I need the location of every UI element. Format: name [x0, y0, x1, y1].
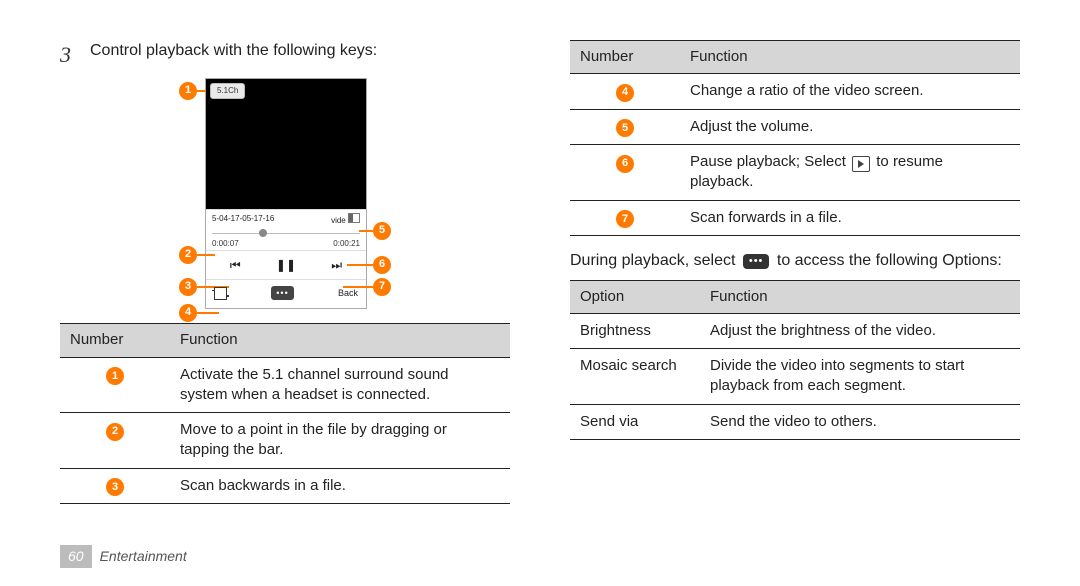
seek-bar	[212, 231, 360, 237]
page-footer: 60 Entertainment	[60, 545, 187, 568]
num-badge: 5	[616, 119, 634, 137]
function-cell: Scan forwards in a file.	[680, 200, 1020, 235]
table-row: 5 Adjust the volume.	[570, 109, 1020, 144]
step-text: Control playback with the following keys…	[90, 40, 510, 70]
filename: 5-04-17-05-17-16	[212, 214, 274, 225]
function-cell: Pause playback; Select to resume playbac…	[680, 145, 1020, 201]
step: 3 Control playback with the following ke…	[60, 40, 510, 70]
next-icon: ⏭	[326, 257, 348, 273]
function-cell: Adjust the volume.	[680, 109, 1020, 144]
time-elapsed: 0:00:07	[212, 239, 239, 250]
aspect-icon	[214, 287, 227, 300]
more-icon: •••	[743, 254, 770, 269]
info-row: 5-04-17-05-17-16 vide	[206, 209, 366, 230]
function-cell: Send the video to others.	[700, 404, 1020, 439]
table-header: Number	[60, 324, 170, 357]
function-cell: Adjust the brightness of the video.	[700, 313, 1020, 348]
options-paragraph: During playback, select ••• to access th…	[570, 250, 1020, 272]
back-label: Back	[338, 287, 358, 299]
play-icon	[852, 156, 870, 172]
options-table: OptionFunction BrightnessAdjust the brig…	[570, 280, 1020, 440]
surround-chip: 5.1Ch	[210, 83, 245, 100]
vid-label: vide	[331, 216, 346, 225]
device-screenshot: 1 2 3 4 5 6 7 5.1Ch	[185, 78, 385, 310]
pause-icon: ❚❚	[275, 257, 297, 273]
step-number: 3	[60, 40, 78, 70]
function-table-2: NumberFunction 4 Change a ratio of the vi…	[570, 40, 1020, 236]
table-header: Function	[680, 41, 1020, 74]
table-header: Function	[700, 280, 1020, 313]
num-badge: 6	[616, 155, 634, 173]
callout-bubble-7: 7	[373, 278, 391, 296]
table-row: BrightnessAdjust the brightness of the v…	[570, 313, 1020, 348]
table-row: 7 Scan forwards in a file.	[570, 200, 1020, 235]
function-cell: Change a ratio of the video screen.	[680, 74, 1020, 109]
table-row: Mosaic searchDivide the video into segme…	[570, 349, 1020, 405]
video-area: 5.1Ch	[206, 79, 366, 209]
table-header: Number	[570, 41, 680, 74]
table-header: Option	[570, 280, 700, 313]
callout-line	[197, 254, 215, 256]
phone-screen: 5.1Ch 5-04-17-05-17-16 vide 0:00:07 0:00…	[205, 78, 367, 310]
function-table-1: NumberFunction 1 Activate the 5.1 channel…	[60, 323, 510, 504]
option-cell: Send via	[570, 404, 700, 439]
num-badge: 2	[106, 423, 124, 441]
table-row: 2 Move to a point in the file by dragging…	[60, 413, 510, 469]
callout-bubble-6: 6	[373, 256, 391, 274]
more-icon: •••	[271, 286, 293, 300]
playback-controls: ⏮ ❚❚ ⏭	[206, 250, 366, 279]
callout-bubble-5: 5	[373, 222, 391, 240]
time-row: 0:00:07 0:00:21	[206, 239, 366, 250]
num-badge: 3	[106, 478, 124, 496]
page-number: 60	[60, 545, 92, 568]
num-badge: 7	[616, 210, 634, 228]
table-row: Send viaSend the video to others.	[570, 404, 1020, 439]
option-cell: Mosaic search	[570, 349, 700, 405]
callout-bubble-3: 3	[179, 278, 197, 296]
right-column: NumberFunction 4Change a ratio of the vi…	[570, 40, 1020, 566]
table-row: 1 Activate the 5.1 channel surround sound…	[60, 357, 510, 413]
bottom-row: ••• Back	[206, 279, 366, 308]
callout-line	[347, 264, 373, 266]
callout-line	[197, 312, 219, 314]
num-badge: 1	[106, 367, 124, 385]
callout-line	[343, 286, 373, 288]
table-header: Function	[170, 324, 510, 357]
left-column: 3 Control playback with the following ke…	[60, 40, 510, 566]
volume-icon	[348, 213, 360, 223]
callout-bubble-2: 2	[179, 246, 197, 264]
function-cell: Scan backwards in a file.	[170, 468, 510, 503]
function-cell: Activate the 5.1 channel surround sound …	[170, 357, 510, 413]
manual-page: 3 Control playback with the following ke…	[0, 0, 1080, 586]
option-cell: Brightness	[570, 313, 700, 348]
table-row: 3 Scan backwards in a file.	[60, 468, 510, 503]
num-badge: 4	[616, 84, 634, 102]
callout-bubble-1: 1	[179, 82, 197, 100]
prev-icon: ⏮	[224, 257, 246, 273]
table-row: 6 Pause playback; Select to resume playb…	[570, 145, 1020, 201]
function-cell: Divide the video into segments to start …	[700, 349, 1020, 405]
table-row: 4 Change a ratio of the video screen.	[570, 74, 1020, 109]
callout-line	[359, 230, 373, 232]
time-total: 0:00:21	[333, 239, 360, 250]
function-cell: Move to a point in the file by dragging …	[170, 413, 510, 469]
section-name: Entertainment	[100, 548, 187, 564]
callout-bubble-4: 4	[179, 304, 197, 322]
